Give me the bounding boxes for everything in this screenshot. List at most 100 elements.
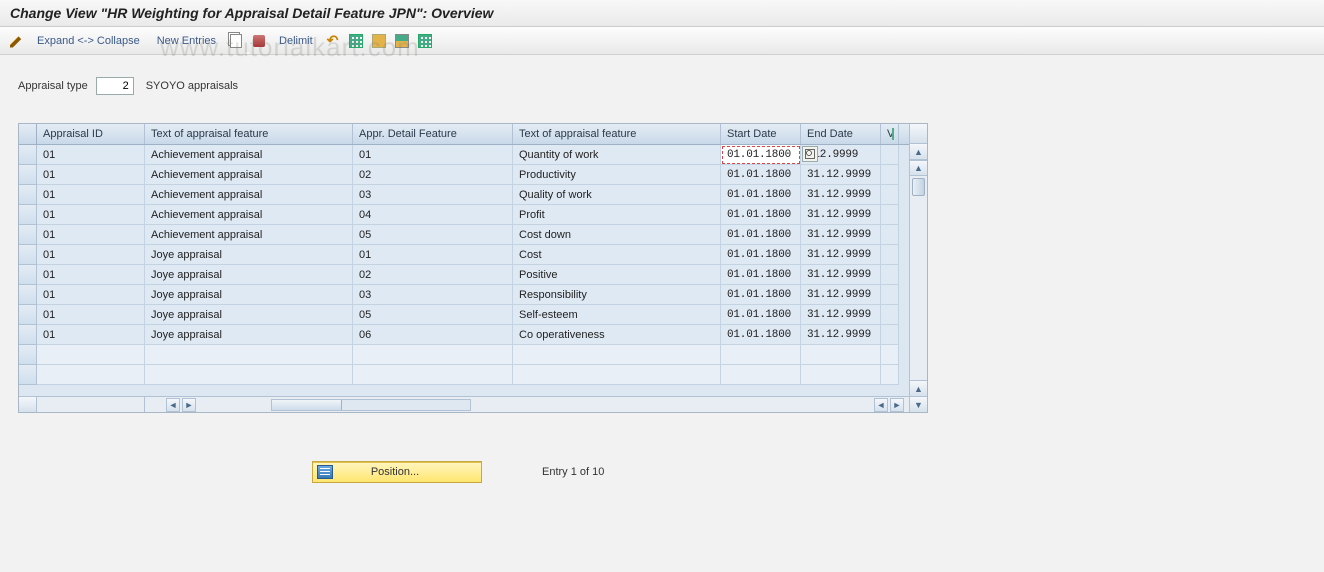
cell-text-2[interactable]: Cost — [513, 245, 721, 265]
col-detail-feature[interactable]: Appr. Detail Feature — [353, 124, 513, 144]
cell-v[interactable] — [881, 225, 899, 245]
cell-empty[interactable] — [721, 345, 801, 365]
cell-v[interactable] — [881, 165, 899, 185]
hscroll-track[interactable] — [271, 399, 471, 411]
cell-detail[interactable]: 02 — [353, 265, 513, 285]
expand-collapse-button[interactable]: Expand <-> Collapse — [31, 33, 146, 49]
cell-text-2[interactable]: Self-esteem — [513, 305, 721, 325]
cell-end-date[interactable]: 31.12.9999 — [801, 285, 881, 305]
deselect-all-icon[interactable] — [393, 32, 411, 50]
hscroll-right2-icon[interactable]: ► — [890, 398, 904, 412]
table-config-icon[interactable] — [892, 128, 894, 140]
row-selector[interactable] — [19, 345, 37, 365]
cell-v[interactable] — [881, 245, 899, 265]
cell-v[interactable] — [881, 325, 899, 345]
cell-appraisal-id[interactable]: 01 — [37, 185, 145, 205]
cell-v[interactable] — [881, 265, 899, 285]
cell-start-date[interactable]: 01.01.1800 — [721, 265, 801, 285]
col-config[interactable]: V — [881, 124, 899, 144]
cell-empty[interactable] — [37, 365, 145, 385]
table-row[interactable]: 01Joye appraisal05Self-esteem01.01.18003… — [19, 305, 909, 325]
new-entries-button[interactable]: New Entries — [151, 33, 222, 49]
cell-start-date[interactable]: 01.01.1800 — [721, 165, 801, 185]
cell-start-date[interactable]: 01.01.1800 — [721, 185, 801, 205]
hscroll-thumb[interactable] — [272, 400, 342, 410]
cell-start-date[interactable]: 01.01.1800 — [721, 325, 801, 345]
col-appraisal-id[interactable]: Appraisal ID — [37, 124, 145, 144]
cell-end-date[interactable]: 31.12.9999 — [801, 205, 881, 225]
col-start-date[interactable]: Start Date — [721, 124, 801, 144]
cell-text-1[interactable]: Joye appraisal — [145, 305, 353, 325]
cell-text-1[interactable]: Achievement appraisal — [145, 185, 353, 205]
row-selector[interactable] — [19, 145, 37, 165]
cell-empty[interactable] — [513, 365, 721, 385]
position-button[interactable]: Position... — [312, 461, 482, 483]
cell-text-1[interactable]: Joye appraisal — [145, 265, 353, 285]
row-selector-header[interactable] — [19, 124, 37, 144]
col-text-feature-1[interactable]: Text of appraisal feature — [145, 124, 353, 144]
select-all-icon[interactable] — [347, 32, 365, 50]
cell-text-2[interactable]: Responsibility — [513, 285, 721, 305]
row-selector[interactable] — [19, 265, 37, 285]
cell-start-date[interactable]: 01.01.1800 — [721, 145, 801, 165]
cell-text-1[interactable]: Achievement appraisal — [145, 205, 353, 225]
vscroll-up2-icon[interactable]: ▲ — [910, 144, 927, 160]
cell-empty[interactable] — [145, 365, 353, 385]
cell-detail[interactable]: 04 — [353, 205, 513, 225]
table-settings-icon[interactable] — [416, 32, 434, 50]
cell-detail[interactable]: 05 — [353, 225, 513, 245]
cell-appraisal-id[interactable]: 01 — [37, 205, 145, 225]
hscroll-left2-icon[interactable]: ◄ — [874, 398, 888, 412]
cell-text-1[interactable]: Joye appraisal — [145, 245, 353, 265]
row-selector[interactable] — [19, 365, 37, 385]
cell-text-1[interactable]: Achievement appraisal — [145, 165, 353, 185]
cell-v[interactable] — [881, 285, 899, 305]
cell-appraisal-id[interactable]: 01 — [37, 245, 145, 265]
cell-appraisal-id[interactable]: 01 — [37, 285, 145, 305]
cell-detail[interactable]: 01 — [353, 245, 513, 265]
cell-detail[interactable]: 03 — [353, 285, 513, 305]
cell-detail[interactable]: 03 — [353, 185, 513, 205]
vscroll-up3-icon[interactable]: ▲ — [910, 160, 927, 176]
cell-text-2[interactable]: Cost down — [513, 225, 721, 245]
cell-empty[interactable] — [721, 365, 801, 385]
delete-icon[interactable] — [250, 32, 268, 50]
cell-empty[interactable] — [513, 345, 721, 365]
table-row[interactable]: 01Achievement appraisal05Cost down01.01.… — [19, 225, 909, 245]
table-row[interactable]: 01Achievement appraisal02Productivity01.… — [19, 165, 909, 185]
cell-start-date[interactable]: 01.01.1800 — [721, 225, 801, 245]
appraisal-type-input[interactable] — [96, 77, 134, 95]
table-row[interactable]: 01Achievement appraisal01Quantity of wor… — [19, 145, 909, 165]
cell-text-2[interactable]: Profit — [513, 205, 721, 225]
vscroll-down2-icon[interactable]: ▼ — [910, 396, 927, 412]
cell-empty[interactable] — [37, 345, 145, 365]
cell-empty[interactable] — [801, 345, 881, 365]
value-help-icon[interactable] — [802, 146, 818, 162]
cell-end-date[interactable]: 31.12.9999 — [801, 185, 881, 205]
row-selector[interactable] — [19, 285, 37, 305]
table-row[interactable]: 01Achievement appraisal04Profit01.01.180… — [19, 205, 909, 225]
cell-end-date[interactable]: 31.12.9999 — [801, 245, 881, 265]
cell-detail[interactable]: 05 — [353, 305, 513, 325]
row-selector[interactable] — [19, 305, 37, 325]
vscroll-up-icon[interactable] — [910, 124, 927, 144]
cell-start-date[interactable]: 01.01.1800 — [721, 305, 801, 325]
row-selector[interactable] — [19, 245, 37, 265]
cell-empty[interactable] — [145, 345, 353, 365]
row-selector[interactable] — [19, 165, 37, 185]
row-selector[interactable] — [19, 325, 37, 345]
cell-empty[interactable] — [801, 365, 881, 385]
cell-v[interactable] — [881, 185, 899, 205]
cell-end-date[interactable]: 31.12.9999 — [801, 225, 881, 245]
cell-end-date[interactable]: 31.12.9999 — [801, 165, 881, 185]
cell-text-2[interactable]: Quality of work — [513, 185, 721, 205]
hscroll-right-icon[interactable]: ► — [182, 398, 196, 412]
cell-empty[interactable] — [353, 345, 513, 365]
select-block-icon[interactable] — [370, 32, 388, 50]
cell-v[interactable] — [881, 145, 899, 165]
cell-text-1[interactable]: Achievement appraisal — [145, 225, 353, 245]
cell-text-1[interactable]: Joye appraisal — [145, 325, 353, 345]
cell-empty[interactable] — [881, 345, 899, 365]
hscroll-left-icon[interactable]: ◄ — [166, 398, 180, 412]
row-selector[interactable] — [19, 185, 37, 205]
